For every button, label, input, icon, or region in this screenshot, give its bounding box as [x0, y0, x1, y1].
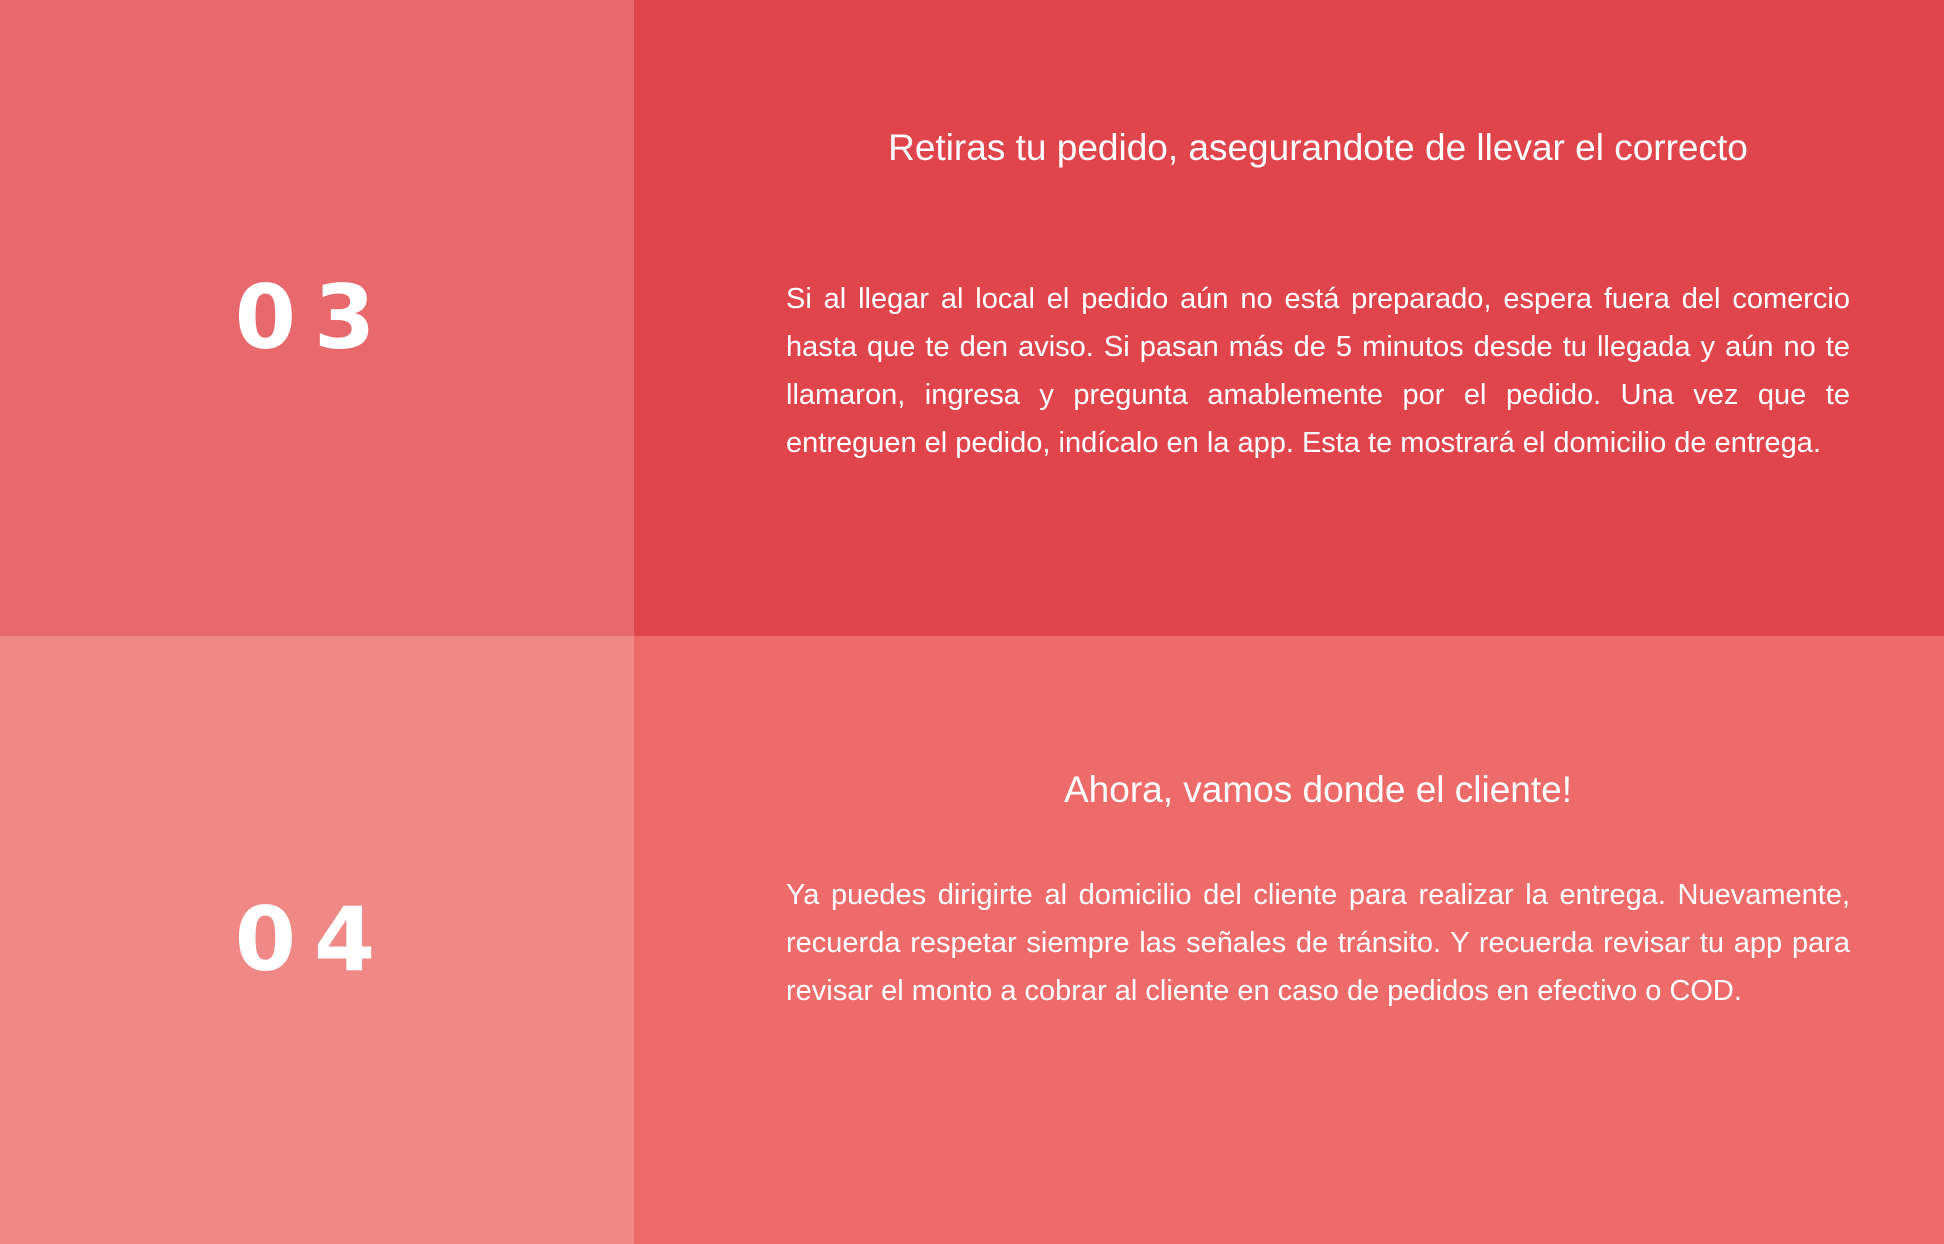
step-section-03: 03 Retiras tu pedido, asegurandote de ll…: [0, 0, 1944, 636]
step-number: 04: [234, 888, 394, 991]
step-number-panel: 03: [0, 0, 634, 636]
step-number-panel: 04: [0, 636, 634, 1244]
step-section-04: 04 Ahora, vamos donde el cliente! Ya pue…: [0, 636, 1944, 1244]
step-title: Ahora, vamos donde el cliente!: [1063, 769, 1573, 810]
step-number: 03: [234, 266, 394, 369]
step-description: Ya puedes dirigirte al domicilio del cli…: [786, 879, 1850, 1007]
step-content-panel: Ahora, vamos donde el cliente! Ya puedes…: [634, 636, 1944, 1244]
step-title: Retiras tu pedido, asegurandote de lleva…: [888, 127, 1748, 168]
step-description: Si al llegar al local el pedido aún no e…: [786, 283, 1850, 459]
step-content-panel: Retiras tu pedido, asegurandote de lleva…: [634, 0, 1944, 636]
